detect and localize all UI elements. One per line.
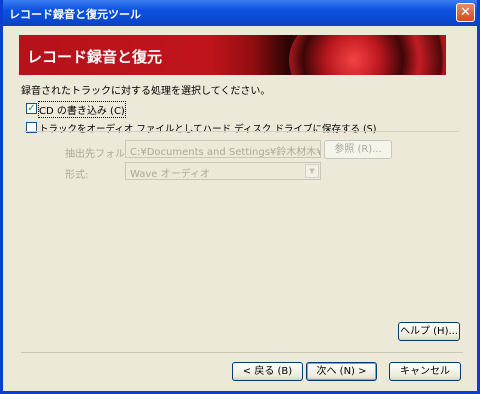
dialog-window: レコード録音と復元ツール ✕ レコード録音と復元 録音されたトラックに対する処理… — [0, 0, 480, 394]
window-title: レコード録音と復元ツール — [9, 8, 141, 21]
help-button[interactable]: ヘルプ (H)... — [398, 322, 460, 341]
close-icon[interactable]: ✕ — [456, 3, 475, 22]
header-banner: レコード録音と復元 — [19, 35, 446, 75]
next-button[interactable]: 次へ (N) > — [306, 362, 377, 381]
chevron-down-icon[interactable]: ▼ — [305, 164, 319, 178]
record-disc-image — [289, 35, 446, 75]
instruction-text: 録音されたトラックに対する処理を選択してください。 — [21, 86, 271, 97]
footer-divider — [21, 352, 463, 353]
browse-button[interactable]: 参照 (R)... — [324, 140, 392, 159]
write-cd-label[interactable]: CD の書き込み (C) — [38, 101, 126, 118]
format-select[interactable]: Wave オーディオ ▼ — [125, 162, 321, 180]
back-button[interactable]: < 戻る (B) — [232, 362, 303, 381]
folder-input[interactable]: C:¥Documents and Settings¥鈴木材木¥My — [125, 140, 321, 158]
banner-title: レコード録音と復元 — [27, 48, 163, 66]
save-to-disk-label[interactable]: トラックをオーディオ ファイルとしてハード ディスク ドライブに保存する (S) — [39, 121, 376, 135]
write-cd-checkbox[interactable]: ✓ — [26, 103, 37, 114]
title-bar[interactable]: レコード録音と復元ツール ✕ — [3, 0, 477, 26]
format-select-value: Wave オーディオ — [130, 169, 210, 180]
cancel-button[interactable]: キャンセル — [389, 362, 461, 381]
format-label: 形式: — [65, 170, 89, 181]
group-divider — [24, 131, 459, 132]
